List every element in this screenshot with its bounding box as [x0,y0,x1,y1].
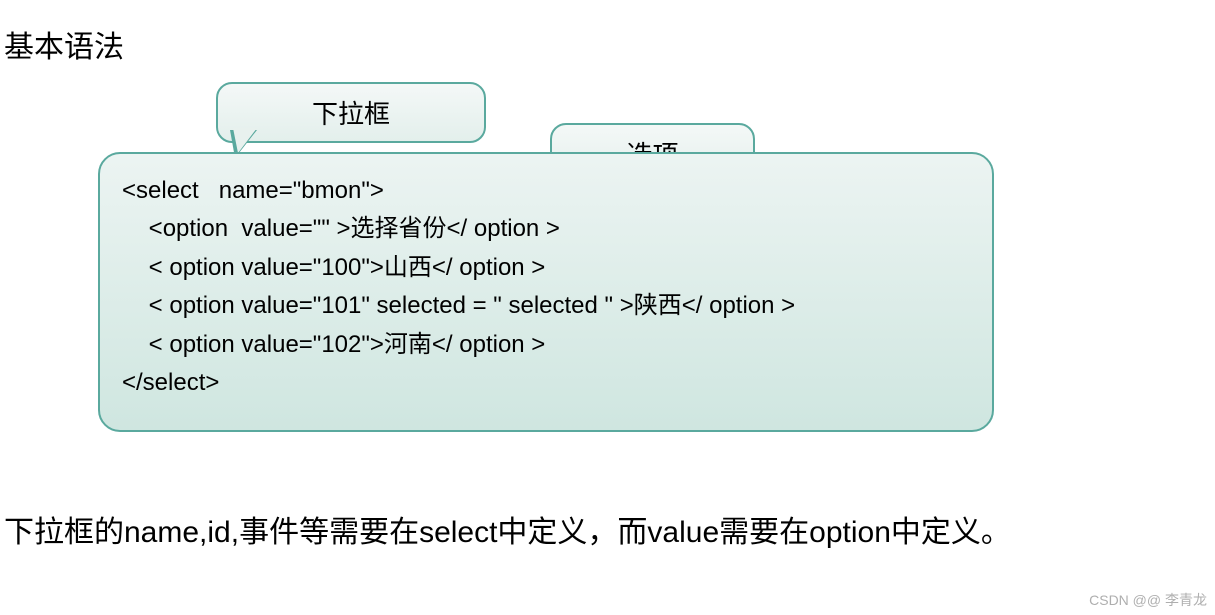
code-line-1: <select name="bmon"> [122,172,970,210]
code-line-4: < option value="101" selected = " select… [122,287,970,325]
code-line-3: < option value="100">山西</ option > [122,249,970,287]
page-title: 基本语法 [0,0,1215,66]
code-line-2: <option value="" >选择省份</ option > [122,210,970,248]
code-line-6: </select> [122,364,970,402]
watermark: CSDN @@ 李青龙 [1089,590,1207,610]
callout-dropdown-label: 下拉框 [312,99,390,129]
code-block: <select name="bmon"> <option value="" >选… [98,152,994,432]
code-line-5: < option value="102">河南</ option > [122,326,970,364]
explanation-text: 下拉框的name,id,事件等需要在select中定义，而value需要在opt… [4,510,1184,557]
